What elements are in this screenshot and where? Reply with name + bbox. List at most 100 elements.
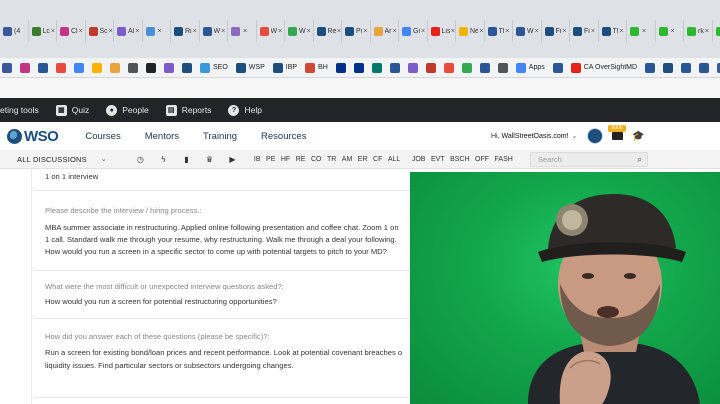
avatar[interactable]: [587, 128, 604, 144]
toolbar-item-tools[interactable]: eting tools: [0, 105, 39, 115]
browser-tab[interactable]: Tl ×: [599, 20, 627, 42]
category-tag-am[interactable]: AM: [342, 156, 353, 163]
browser-tab[interactable]: Lis ×: [428, 20, 456, 42]
mail-icon[interactable]: [612, 132, 624, 140]
browser-tab[interactable]: Gi ×: [399, 20, 428, 42]
toolbar-item-help[interactable]: ? Help: [228, 104, 262, 116]
bookmark-item[interactable]: [461, 62, 472, 73]
video-icon[interactable]: ▶: [221, 155, 244, 164]
bookmark-item[interactable]: BH: [305, 62, 328, 73]
bookmark-item[interactable]: [335, 62, 346, 73]
browser-tab[interactable]: Ri ×: [171, 20, 200, 42]
bookmark-item[interactable]: [497, 62, 508, 73]
browser-tab[interactable]: Ar ×: [371, 20, 399, 42]
close-icon[interactable]: ×: [243, 28, 247, 35]
bookmark-item[interactable]: [74, 62, 84, 73]
bookmark-item[interactable]: [38, 62, 48, 73]
close-icon[interactable]: ×: [562, 28, 566, 35]
bookmark-item[interactable]: [407, 62, 418, 73]
browser-tab[interactable]: Fi ×: [570, 20, 599, 42]
bookmark-item[interactable]: Apps: [515, 62, 545, 73]
bookmark-item[interactable]: [552, 62, 563, 73]
category-tag-job[interactable]: JOB: [412, 156, 426, 163]
bookmark-item[interactable]: [164, 62, 174, 73]
close-icon[interactable]: ×: [505, 28, 509, 35]
category-tag-pe[interactable]: PE: [266, 156, 275, 163]
nav-link-mentors[interactable]: Mentors: [145, 131, 179, 142]
bookmark-item[interactable]: WSP: [235, 62, 265, 73]
category-tag-co[interactable]: CO: [311, 156, 322, 163]
category-tag-off[interactable]: OFF: [475, 156, 489, 163]
bookmark-item[interactable]: [479, 62, 490, 73]
close-icon[interactable]: ×: [535, 28, 539, 35]
browser-tab[interactable]: ×: [143, 20, 171, 42]
close-icon[interactable]: ×: [337, 28, 341, 35]
close-icon[interactable]: ×: [363, 28, 367, 35]
toolbar-item-reports[interactable]: ▤ Reports: [165, 104, 211, 116]
category-tag-er[interactable]: ER: [358, 156, 368, 163]
search-input[interactable]: Search ⌕: [530, 152, 648, 167]
browser-tab[interactable]: Tl ×: [485, 20, 513, 42]
bookmark-item[interactable]: [371, 62, 382, 73]
bookmark-icon[interactable]: ▮: [175, 155, 198, 164]
category-tag-ib[interactable]: IB: [254, 156, 261, 163]
browser-tab[interactable]: (4: [0, 20, 29, 42]
close-icon[interactable]: ×: [642, 28, 646, 35]
all-discussions-dropdown[interactable]: ALL DISCUSSIONS ⌄: [17, 155, 107, 164]
bookmark-item[interactable]: [2, 62, 12, 73]
search-icon[interactable]: ⌕: [638, 153, 642, 166]
bookmark-item[interactable]: SEO: [200, 62, 228, 73]
close-icon[interactable]: ×: [421, 28, 425, 35]
browser-tab[interactable]: rk×: [684, 20, 713, 42]
browser-tab[interactable]: Al ×: [114, 20, 143, 42]
close-icon[interactable]: ×: [135, 28, 139, 35]
close-icon[interactable]: ×: [307, 28, 311, 35]
bookmark-item[interactable]: [425, 62, 436, 73]
close-icon[interactable]: ×: [278, 28, 282, 35]
bookmark-item[interactable]: [92, 62, 102, 73]
clock-icon[interactable]: ◷: [129, 155, 152, 164]
browser-tab[interactable]: Sc ×: [86, 20, 114, 42]
wso-logo[interactable]: WSO: [7, 128, 59, 145]
category-tag-fash[interactable]: FASH: [495, 156, 513, 163]
bookmark-item[interactable]: [645, 62, 656, 73]
bookmark-item[interactable]: [20, 62, 30, 73]
category-tag-re[interactable]: RE: [296, 156, 306, 163]
category-tag-all[interactable]: ALL: [388, 156, 400, 163]
browser-tab[interactable]: W ×: [257, 20, 285, 42]
category-tag-bsch[interactable]: BSCH: [450, 156, 469, 163]
browser-tab[interactable]: ×: [656, 20, 684, 42]
graduation-cap-icon[interactable]: 🎓: [632, 131, 644, 142]
browser-tab[interactable]: Cl ×: [57, 20, 86, 42]
category-tag-hf[interactable]: HF: [281, 156, 290, 163]
toolbar-item-quiz[interactable]: ▦ Quiz: [55, 104, 89, 116]
browser-tab[interactable]: ×: [228, 20, 257, 42]
bookmark-item[interactable]: [663, 62, 674, 73]
close-icon[interactable]: ×: [79, 28, 83, 35]
browser-tab[interactable]: Fi ×: [542, 20, 570, 42]
category-tag-cf[interactable]: CF: [373, 156, 382, 163]
close-icon[interactable]: ×: [158, 28, 162, 35]
close-icon[interactable]: ×: [51, 28, 55, 35]
bookmark-item[interactable]: [110, 62, 120, 73]
close-icon[interactable]: ×: [705, 28, 709, 35]
close-icon[interactable]: ×: [591, 28, 595, 35]
browser-tab[interactable]: W ×: [200, 20, 228, 42]
bookmark-item[interactable]: [389, 62, 400, 73]
bookmark-item[interactable]: [699, 62, 710, 73]
nav-link-training[interactable]: Training: [203, 131, 237, 142]
close-icon[interactable]: ×: [109, 28, 113, 35]
bookmark-item[interactable]: IBP: [272, 62, 297, 73]
bookmark-item[interactable]: [681, 62, 692, 73]
close-icon[interactable]: ×: [479, 28, 483, 35]
bookmark-item[interactable]: [443, 62, 454, 73]
close-icon[interactable]: ×: [393, 28, 397, 35]
user-menu[interactable]: Hi, WallStreetOasis.com! ⌄: [491, 122, 624, 150]
browser-tab[interactable]: ×: [627, 20, 656, 42]
bookmark-item[interactable]: [128, 62, 138, 73]
close-icon[interactable]: ×: [619, 28, 623, 35]
browser-tab[interactable]: Re ×: [314, 20, 342, 42]
browser-tab[interactable]: rk×: [713, 20, 720, 42]
close-icon[interactable]: ×: [193, 28, 197, 35]
close-icon[interactable]: ×: [671, 28, 675, 35]
